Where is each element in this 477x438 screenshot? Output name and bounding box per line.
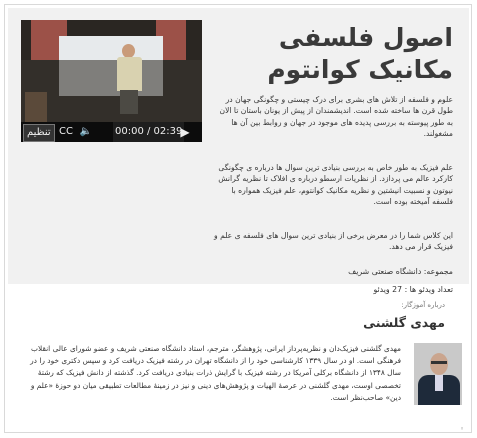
collection-label: مجموعه: bbox=[423, 267, 453, 276]
lecturer-body bbox=[117, 57, 142, 91]
wall-shade bbox=[21, 60, 202, 128]
course-panel: تنظیم CC 🔈 00:00 / 02:39 ▶ اصول فلسفی مک… bbox=[8, 8, 469, 294]
title-line-2: مکانیک کوانتوم bbox=[267, 55, 453, 84]
avatar-glasses bbox=[431, 361, 447, 364]
collection-link[interactable]: دانشگاه صنعتی شریف bbox=[348, 267, 421, 276]
teacher-bio: مهدی گلشنی فیزیک‌دان و نظریه‌پرداز ایران… bbox=[30, 344, 401, 402]
page-title: اصول فلسفی مکانیک کوانتوم bbox=[213, 22, 453, 86]
lecturer-head bbox=[122, 44, 135, 58]
teacher-name[interactable]: مهدی گلشنی bbox=[363, 315, 445, 330]
avatar-head bbox=[430, 353, 448, 375]
teacher-caption: درباره آموزگار: bbox=[401, 301, 445, 309]
video-count-value: 27 ویدئو bbox=[373, 285, 403, 294]
player-controls: تنظیم CC 🔈 00:00 / 02:39 ▶ bbox=[21, 122, 202, 142]
cc-icon[interactable]: CC bbox=[59, 122, 73, 142]
speaker-icon[interactable]: 🔈 bbox=[77, 122, 95, 142]
time-display: 00:00 / 02:39 bbox=[113, 122, 185, 142]
title-line-1: اصول فلسفی bbox=[278, 23, 453, 52]
settings-button[interactable]: تنظیم bbox=[23, 124, 55, 142]
play-icon[interactable]: ▶ bbox=[175, 122, 195, 142]
page-frame: تنظیم CC 🔈 00:00 / 02:39 ▶ اصول فلسفی مک… bbox=[4, 4, 472, 433]
teacher-avatar[interactable] bbox=[414, 343, 462, 405]
video-player[interactable]: تنظیم CC 🔈 00:00 / 02:39 ▶ bbox=[21, 20, 202, 142]
lecturer-legs bbox=[120, 90, 138, 114]
video-frame[interactable] bbox=[21, 20, 202, 128]
footer-mark: ◦ bbox=[460, 425, 465, 433]
avatar-shirt bbox=[435, 375, 443, 391]
video-count-label: تعداد ویدئو ها : bbox=[404, 285, 453, 294]
description-paragraph-3: این کلاس شما را در معرض برخی از بنیادی ت… bbox=[214, 231, 453, 252]
description-paragraph-2: علم فیزیک به طور خاص به بررسی بنیادی تری… bbox=[218, 163, 453, 207]
description-paragraph-1: علوم و فلسفه از تلاش های بشری برای درک چ… bbox=[219, 95, 453, 139]
collection-row: مجموعه: دانشگاه صنعتی شریف bbox=[153, 266, 453, 278]
video-count-row: تعداد ویدئو ها : 27 ویدئو bbox=[153, 284, 453, 296]
